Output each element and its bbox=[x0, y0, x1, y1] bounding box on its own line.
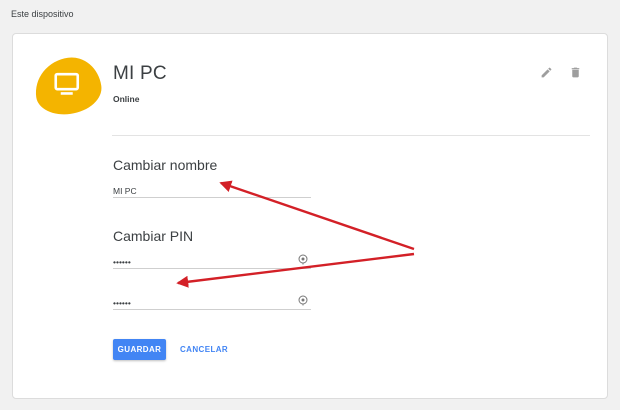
edit-button[interactable] bbox=[538, 64, 554, 80]
device-name: MI PC bbox=[113, 63, 167, 84]
device-card: MI PC Online Cambiar nombre Cambiar PIN … bbox=[12, 33, 608, 399]
pencil-icon bbox=[541, 67, 551, 77]
rename-title: Cambiar nombre bbox=[113, 157, 218, 173]
cancel-button[interactable]: CANCELAR bbox=[175, 339, 233, 360]
pin-input[interactable] bbox=[113, 255, 293, 269]
pin-field[interactable] bbox=[113, 252, 311, 269]
device-name-input[interactable] bbox=[113, 184, 293, 198]
pin-confirm-field[interactable] bbox=[113, 293, 311, 310]
device-avatar bbox=[31, 53, 105, 119]
pin-confirm-input[interactable] bbox=[113, 296, 293, 310]
pin-title: Cambiar PIN bbox=[113, 228, 194, 244]
section-title: Este dispositivo bbox=[11, 9, 74, 19]
save-button[interactable]: GUARDAR bbox=[113, 339, 166, 360]
delete-button[interactable] bbox=[567, 64, 583, 80]
rename-field[interactable] bbox=[113, 181, 311, 198]
eye-icon[interactable] bbox=[297, 253, 309, 265]
monitor-icon bbox=[54, 72, 80, 95]
device-status: Online bbox=[113, 94, 140, 104]
divider bbox=[112, 135, 590, 136]
trash-icon bbox=[571, 67, 579, 77]
eye-icon[interactable] bbox=[297, 294, 309, 306]
